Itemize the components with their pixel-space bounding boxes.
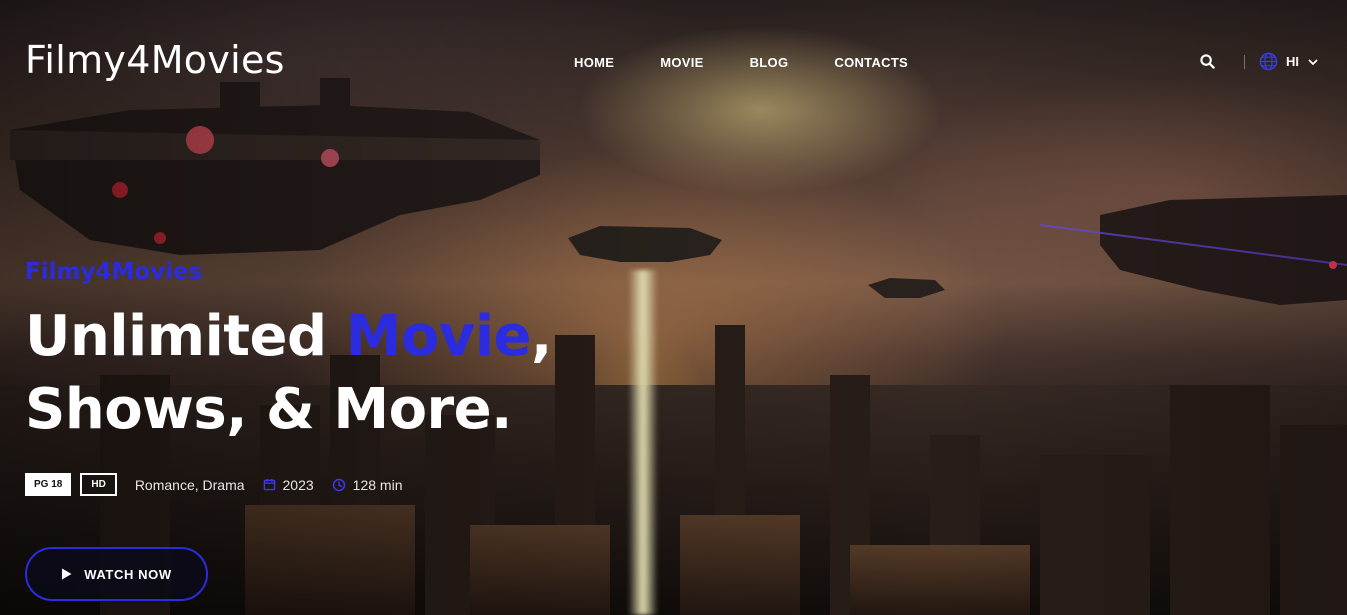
globe-icon xyxy=(1259,52,1278,71)
search-icon xyxy=(1199,54,1215,69)
watch-now-label: WATCH NOW xyxy=(84,566,172,582)
header-tools: HI xyxy=(1198,52,1319,71)
duration: 128 min xyxy=(332,476,403,493)
movie-meta: PG 18 HD Romance, Drama 2023 128 min xyxy=(25,473,402,496)
headline-accent: Movie xyxy=(345,304,532,369)
watch-now-button[interactable]: WATCH NOW xyxy=(25,547,208,601)
clock-icon xyxy=(332,478,345,491)
site-logo[interactable]: Filmy4Movies xyxy=(25,38,285,82)
headline-part1: Unlimited xyxy=(25,304,346,369)
language-selector[interactable]: HI xyxy=(1259,52,1319,71)
play-icon xyxy=(62,568,72,580)
genres-text: Romance, Drama xyxy=(134,476,245,493)
release-year: 2023 xyxy=(263,477,314,493)
year-text: 2023 xyxy=(282,476,314,493)
rating-badge: PG 18 xyxy=(25,473,72,496)
headline-line2: Shows, & More. xyxy=(25,377,512,442)
header-divider xyxy=(1244,54,1245,69)
headline-part2: , xyxy=(531,304,552,369)
nav-item-home[interactable]: HOME xyxy=(574,55,614,70)
nav-item-movie[interactable]: MOVIE xyxy=(660,55,703,70)
calendar-icon xyxy=(263,478,275,491)
hero-headline: Unlimited Movie, Shows, & More. xyxy=(25,300,552,446)
duration-text: 128 min xyxy=(352,476,403,493)
search-button[interactable] xyxy=(1198,53,1216,71)
nav-item-blog[interactable]: BLOG xyxy=(750,55,789,70)
quality-badge: HD xyxy=(80,473,117,496)
hero-subtitle: Filmy4Movies xyxy=(25,259,203,285)
nav-item-contacts[interactable]: CONTACTS xyxy=(834,55,908,70)
main-nav: HOME MOVIE BLOG CONTACTS xyxy=(574,55,908,70)
language-value: HI xyxy=(1286,54,1299,69)
chevron-down-icon xyxy=(1308,59,1318,65)
